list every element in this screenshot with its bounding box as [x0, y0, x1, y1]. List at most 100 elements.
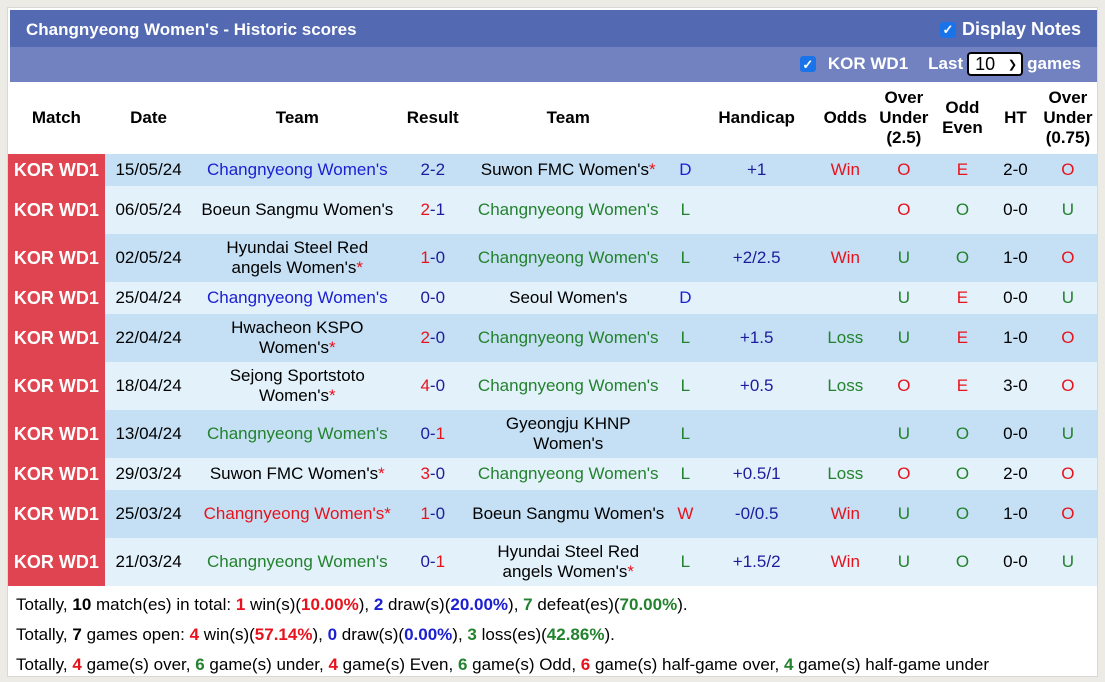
away-team-name[interactable]: Changnyeong Women's: [478, 464, 659, 483]
table-row[interactable]: KOR WD1 06/05/24 Boeun Sangmu Women's 2-1 Ch…: [8, 186, 1097, 234]
home-team[interactable]: Changnyeong Women's: [192, 282, 403, 314]
home-team-name[interactable]: Changnyeong Women's: [207, 288, 388, 307]
home-team-name[interactable]: Hwacheon KSPO Women's: [231, 318, 363, 357]
away-team[interactable]: Suwon FMC Women's*: [463, 154, 674, 186]
league-badge[interactable]: KOR WD1: [8, 234, 105, 282]
home-team[interactable]: Changnyeong Women's: [192, 538, 403, 586]
title-bar: Changnyeong Women's - Historic scores ✓ …: [10, 10, 1097, 47]
score-home: 2: [420, 200, 430, 219]
away-team-name[interactable]: Boeun Sangmu Women's: [472, 504, 664, 523]
home-team[interactable]: Changnyeong Women's*: [192, 490, 403, 538]
home-team-name[interactable]: Changnyeong Women's: [207, 424, 388, 443]
over-under-result: O: [874, 186, 933, 234]
league-badge[interactable]: KOR WD1: [8, 154, 105, 186]
away-team-name[interactable]: Changnyeong Women's: [478, 328, 659, 347]
table-row[interactable]: KOR WD1 22/04/24 Hwacheon KSPO Women's* 2-0…: [8, 314, 1097, 362]
match-date: 21/03/24: [104, 538, 193, 586]
away-team[interactable]: Changnyeong Women's: [463, 234, 674, 282]
league-badge[interactable]: KOR WD1: [8, 282, 105, 314]
match-score[interactable]: 2-2: [402, 154, 464, 186]
away-team-name[interactable]: Hyundai Steel Red angels Women's: [497, 542, 639, 581]
league-badge[interactable]: KOR WD1: [8, 362, 105, 410]
games-count-select[interactable]: 10 ❯: [967, 52, 1024, 76]
handicap-value: +0.5/1: [697, 458, 816, 490]
away-star-marker: *: [649, 160, 656, 179]
home-star-marker: *: [328, 386, 336, 405]
home-team[interactable]: Sejong Sportstoto Women's*: [192, 362, 403, 410]
home-team-name[interactable]: Changnyeong Women's: [207, 552, 388, 571]
match-outcome: L: [673, 410, 698, 458]
match-outcome: L: [673, 314, 698, 362]
home-team-name[interactable]: Suwon FMC Women's: [210, 464, 378, 483]
league-badge[interactable]: KOR WD1: [8, 314, 105, 362]
match-score[interactable]: 0-1: [402, 538, 464, 586]
table-row[interactable]: KOR WD1 25/04/24 Changnyeong Women's 0-0 Seo…: [8, 282, 1097, 314]
scores-table: Match Date Team Result Team Handicap Odd…: [8, 82, 1097, 586]
match-score[interactable]: 1-0: [402, 234, 464, 282]
half-time-score: 1-0: [991, 490, 1039, 538]
league-badge[interactable]: KOR WD1: [8, 490, 105, 538]
away-team[interactable]: Gyeongju KHNP Women's: [463, 410, 674, 458]
away-team-name[interactable]: Gyeongju KHNP Women's: [506, 414, 631, 453]
over-under-result: U: [874, 490, 933, 538]
home-team-name[interactable]: Boeun Sangmu Women's: [201, 200, 393, 219]
home-team[interactable]: Changnyeong Women's: [192, 410, 403, 458]
away-team-name[interactable]: Changnyeong Women's: [478, 376, 659, 395]
table-row[interactable]: KOR WD1 02/05/24 Hyundai Steel Red angels …: [8, 234, 1097, 282]
home-star-marker: *: [356, 258, 363, 277]
games-count-value: 10: [975, 53, 996, 74]
away-team[interactable]: Boeun Sangmu Women's: [463, 490, 674, 538]
away-team[interactable]: Changnyeong Women's: [463, 458, 674, 490]
away-team[interactable]: Changnyeong Women's: [463, 186, 674, 234]
home-team[interactable]: Hyundai Steel Red angels Women's*: [192, 234, 403, 282]
home-team-name[interactable]: Hyundai Steel Red angels Women's: [226, 238, 368, 277]
away-team-name[interactable]: Suwon FMC Women's: [481, 160, 649, 179]
games-label: games: [1027, 54, 1081, 73]
away-team[interactable]: Changnyeong Women's: [463, 314, 674, 362]
match-score[interactable]: 1-0: [402, 490, 464, 538]
summary-over-under: Totally, 4 game(s) over, 6 game(s) under…: [16, 655, 990, 674]
match-score[interactable]: 3-0: [402, 458, 464, 490]
handicap-value: +1.5/2: [697, 538, 816, 586]
home-team[interactable]: Hwacheon KSPO Women's*: [192, 314, 403, 362]
home-team-name[interactable]: Sejong Sportstoto Women's: [230, 366, 365, 405]
match-score[interactable]: 2-1: [402, 186, 464, 234]
match-date: 18/04/24: [104, 362, 193, 410]
display-notes-toggle[interactable]: ✓ Display Notes: [939, 19, 1081, 40]
home-team-name[interactable]: Changnyeong Women's: [204, 504, 385, 523]
home-team[interactable]: Suwon FMC Women's*: [192, 458, 403, 490]
away-team[interactable]: Hyundai Steel Red angels Women's*: [463, 538, 674, 586]
away-team-name[interactable]: Changnyeong Women's: [478, 248, 659, 267]
table-row[interactable]: KOR WD1 13/04/24 Changnyeong Women's 0-1 Gye…: [8, 410, 1097, 458]
table-row[interactable]: KOR WD1 21/03/24 Changnyeong Women's 0-1 Hyu…: [8, 538, 1097, 586]
score-away: 1: [435, 424, 446, 443]
match-score[interactable]: 2-0: [402, 314, 464, 362]
table-row[interactable]: KOR WD1 18/04/24 Sejong Sportstoto Women's…: [8, 362, 1097, 410]
league-filter-checkbox[interactable]: ✓: [799, 56, 816, 72]
odds-result: Loss: [815, 314, 875, 362]
league-badge[interactable]: KOR WD1: [8, 538, 105, 586]
away-team[interactable]: Changnyeong Women's: [463, 362, 674, 410]
match-score[interactable]: 0-1: [402, 410, 464, 458]
display-notes-checkbox[interactable]: ✓: [939, 21, 956, 38]
league-badge[interactable]: KOR WD1: [8, 410, 105, 458]
match-date: 25/03/24: [104, 490, 193, 538]
odd-even-result: E: [932, 314, 992, 362]
home-team[interactable]: Changnyeong Women's: [192, 154, 403, 186]
home-team-name[interactable]: Changnyeong Women's: [207, 160, 388, 179]
ht-over-under-result: O: [1038, 154, 1097, 186]
col-ht-over-under: Over Under (0.75): [1043, 88, 1093, 147]
league-badge[interactable]: KOR WD1: [8, 458, 105, 490]
match-score[interactable]: 4-0: [402, 362, 464, 410]
away-team[interactable]: Seoul Women's: [463, 282, 674, 314]
away-team-name[interactable]: Seoul Women's: [509, 288, 627, 307]
league-badge[interactable]: KOR WD1: [8, 186, 105, 234]
table-row[interactable]: KOR WD1 29/03/24 Suwon FMC Women's* 3-0 Chan…: [8, 458, 1097, 490]
table-row[interactable]: KOR WD1 25/03/24 Changnyeong Women's* 1-0 Bo…: [8, 490, 1097, 538]
home-team[interactable]: Boeun Sangmu Women's: [192, 186, 403, 234]
score-home: 1: [420, 504, 430, 523]
match-score[interactable]: 0-0: [402, 282, 464, 314]
away-team-name[interactable]: Changnyeong Women's: [478, 200, 659, 219]
table-row[interactable]: KOR WD1 15/05/24 Changnyeong Women's 2-2 Suw…: [8, 154, 1097, 186]
handicap-value: [697, 410, 816, 458]
